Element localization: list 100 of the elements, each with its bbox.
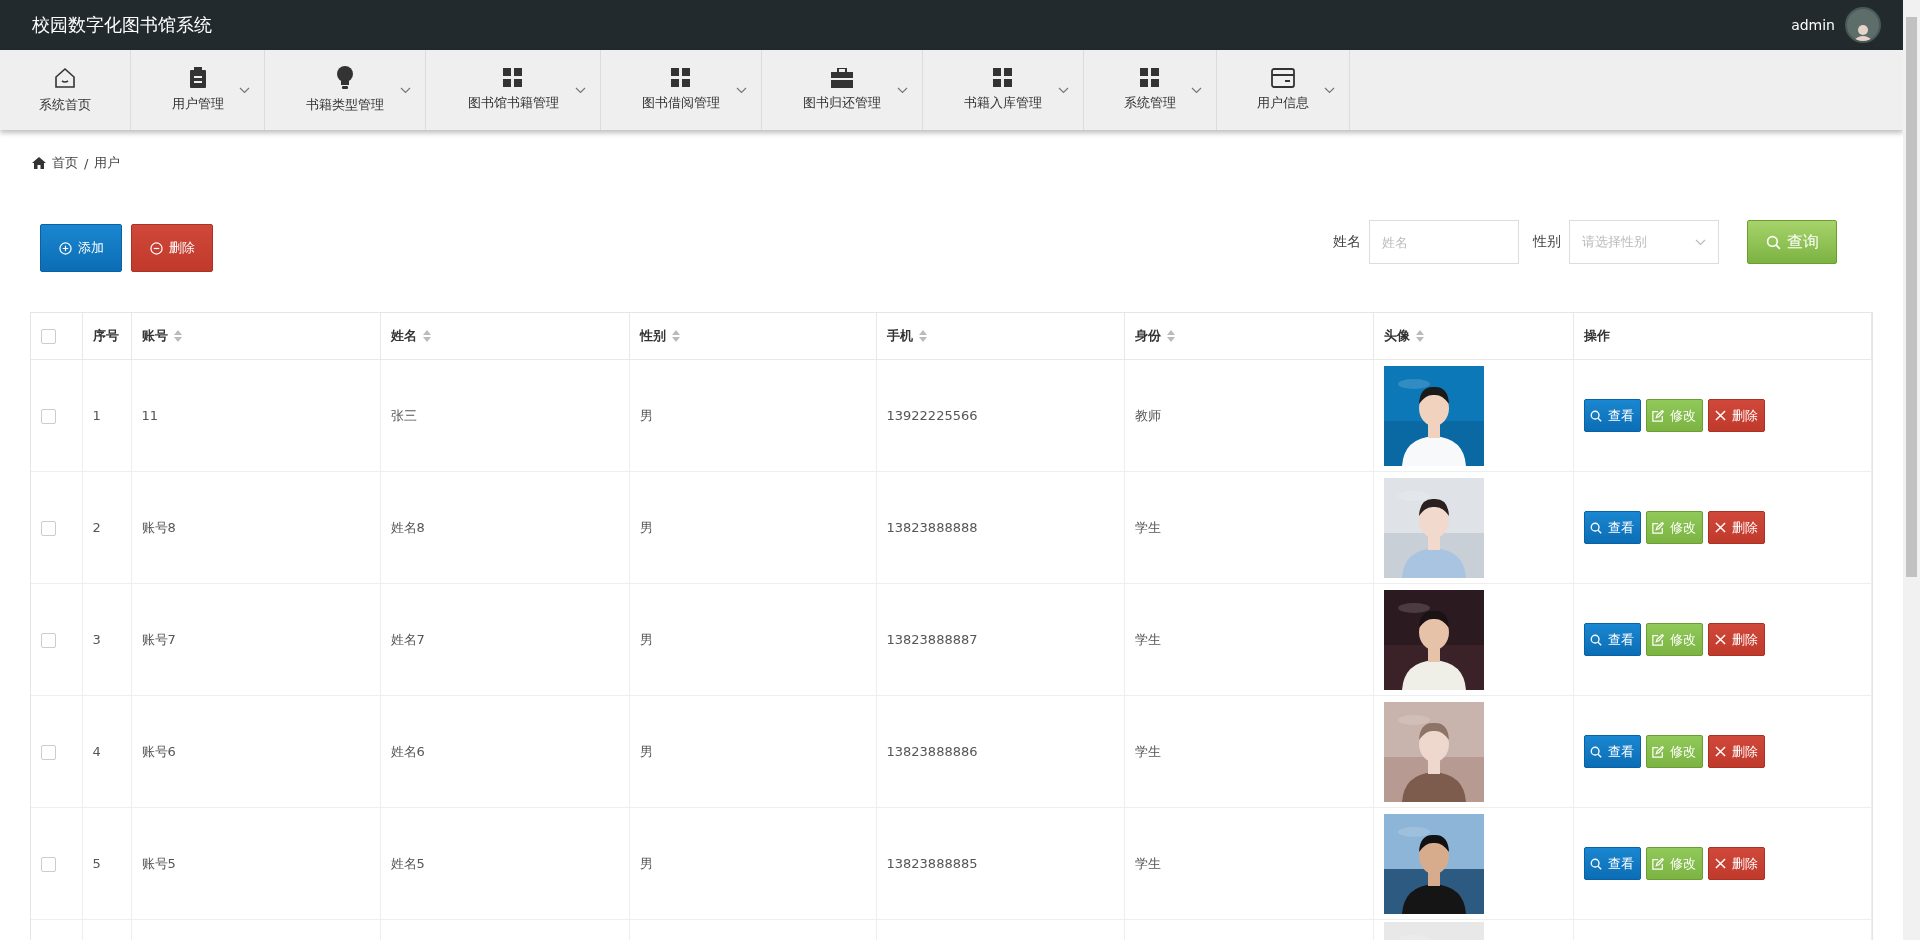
table-cell: 学生 (1134, 631, 1161, 647)
name-label: 姓名 (1333, 233, 1361, 251)
table-cell: 姓名7 (390, 631, 425, 647)
name-input[interactable]: 姓名 (1369, 220, 1519, 264)
checkbox[interactable] (41, 520, 56, 536)
checkbox[interactable] (41, 632, 56, 648)
table-cell: 13922225566 (886, 408, 978, 423)
table-cell: 13823888886 (886, 744, 978, 759)
table-cell: 13823888887 (886, 632, 978, 647)
grid-icon (503, 68, 523, 88)
table-cell: 男 (639, 407, 653, 423)
edit-icon (1652, 745, 1664, 758)
edit-icon (1652, 857, 1664, 870)
breadcrumb-item: 用户 (94, 154, 121, 172)
edit-icon (1652, 409, 1664, 422)
table-cell: 教师 (1134, 407, 1161, 423)
grid-icon (1140, 68, 1160, 88)
search-icon (1590, 409, 1602, 422)
scrollbar-thumb[interactable] (1906, 17, 1917, 577)
search-icon (1765, 234, 1781, 250)
nav-menu-item[interactable]: 书籍入库管理 (923, 50, 1084, 130)
nav-menu-item[interactable]: 图书馆书籍管理 (426, 50, 601, 130)
column-header[interactable]: 性别 (639, 327, 666, 345)
user-name[interactable]: admin (1791, 17, 1835, 33)
app-title: 校园数字化图书馆系统 (32, 13, 212, 37)
close-icon (1714, 746, 1726, 757)
bulb-icon (336, 66, 354, 90)
table-cell: 13823888888 (886, 520, 978, 535)
table-cell: 学生 (1134, 519, 1161, 535)
table-cell: 学生 (1134, 743, 1161, 759)
nav-menu-item[interactable]: 用户管理 (131, 50, 265, 130)
breadcrumb-item[interactable]: 首页 (52, 154, 78, 172)
card-icon (1271, 68, 1295, 88)
delete-button[interactable]: 删除 (131, 224, 213, 272)
grid-icon (993, 68, 1013, 88)
table-cell: 账号6 (141, 743, 176, 759)
table-cell: 3 (92, 632, 101, 647)
checkbox[interactable] (41, 856, 56, 872)
table-cell: 男 (639, 631, 653, 647)
column-header[interactable]: 账号 (141, 327, 168, 345)
add-button[interactable]: 添加 (40, 224, 122, 272)
gender-label: 性别 (1533, 233, 1561, 251)
delete-button[interactable]: 删除 (1707, 399, 1765, 432)
column-header[interactable]: 手机 (886, 327, 913, 345)
search-icon (1590, 857, 1602, 870)
close-icon (1714, 858, 1726, 869)
table-cell: 男 (639, 743, 653, 759)
home-icon (32, 157, 46, 169)
view-button[interactable]: 查看 (1583, 623, 1641, 656)
table-cell: 11 (141, 408, 159, 423)
plus-circle-icon (58, 241, 72, 255)
table-cell: 姓名5 (390, 855, 425, 871)
table-cell: 13823888885 (886, 856, 978, 871)
table-cell: 1 (92, 408, 101, 423)
grid-icon (671, 68, 691, 88)
nav-menu-item[interactable]: 图书归还管理 (762, 50, 923, 130)
table-cell: 4 (92, 744, 101, 759)
minus-circle-icon (149, 241, 163, 255)
table-cell: 2 (92, 520, 101, 535)
search-icon (1590, 745, 1602, 758)
nav-menu-item[interactable]: 系统首页 (0, 50, 131, 130)
table-cell: 账号8 (141, 519, 176, 535)
column-header: 序号 (92, 327, 119, 345)
table-cell: 账号5 (141, 855, 176, 871)
checkbox[interactable] (41, 744, 56, 760)
search-icon (1590, 633, 1602, 646)
table-cell: 姓名8 (390, 519, 425, 535)
column-header[interactable]: 姓名 (390, 327, 417, 345)
view-button[interactable]: 查看 (1583, 847, 1641, 880)
table-cell: 张三 (390, 407, 417, 423)
home-icon (53, 66, 77, 90)
close-icon (1714, 522, 1726, 533)
checkbox[interactable] (41, 329, 56, 344)
checkbox[interactable] (41, 408, 56, 424)
table-cell: 姓名6 (390, 743, 425, 759)
breadcrumb-separator: / (84, 155, 89, 171)
delete-button[interactable]: 删除 (1707, 511, 1765, 544)
column-header[interactable]: 身份 (1134, 327, 1161, 345)
nav-menu-item[interactable]: 图书借阅管理 (601, 50, 762, 130)
table-cell: 男 (639, 519, 653, 535)
chevron-icon (1695, 238, 1706, 246)
column-header[interactable]: 头像 (1383, 327, 1410, 345)
view-button[interactable]: 查看 (1583, 399, 1641, 432)
column-header: 操作 (1583, 327, 1610, 345)
view-button[interactable]: 查看 (1583, 511, 1641, 544)
table-cell: 男 (639, 855, 653, 871)
nav-menu-item[interactable]: 书籍类型管理 (265, 50, 426, 130)
edit-icon (1652, 521, 1664, 534)
table-cell: 学生 (1134, 855, 1161, 871)
nav-menu-item[interactable]: 系统管理 (1084, 50, 1217, 130)
delete-button[interactable]: 删除 (1707, 847, 1765, 880)
delete-button[interactable]: 删除 (1707, 735, 1765, 768)
clipboard-icon (188, 67, 207, 89)
table-cell: 5 (92, 856, 101, 871)
view-button[interactable]: 查看 (1583, 735, 1641, 768)
search-icon (1590, 521, 1602, 534)
close-icon (1714, 410, 1726, 421)
nav-menu-item[interactable]: 用户信息 (1217, 50, 1350, 130)
user-avatar[interactable] (1845, 7, 1881, 43)
delete-button[interactable]: 删除 (1707, 623, 1765, 656)
